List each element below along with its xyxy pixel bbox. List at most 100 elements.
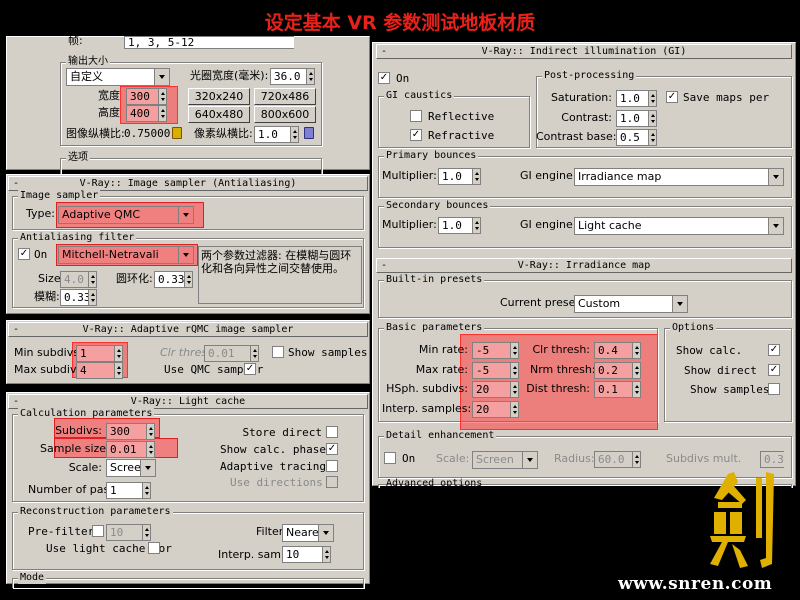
use-directions-checkbox[interactable] [326,476,338,488]
frames-field[interactable]: 1, 3, 5-12 [124,36,294,49]
interp-samples-field[interactable]: 20 [472,401,510,418]
ir-clr-thresh-spinner[interactable] [632,342,641,359]
lc-interp-spinner[interactable] [322,546,331,563]
ringing-spinner[interactable] [184,271,193,288]
irradiance-header[interactable]: - V-Ray:: Irradiance map [376,258,792,273]
use-lc-checkbox[interactable] [148,542,160,554]
ir-clr-thresh-field[interactable]: 0.4 [594,342,632,359]
gi-header[interactable]: - V-Ray:: Indirect illumination (GI) [376,44,792,59]
detail-on-checkbox[interactable] [384,452,396,464]
pixel-aspect-field[interactable]: 1.0 [254,126,290,143]
lc-passes-field[interactable]: 1 [106,482,142,499]
primary-engine-select[interactable]: Irradiance map [574,168,784,186]
use-qmc-checkbox[interactable]: ✓ [244,363,256,375]
lc-sample-size-spinner[interactable] [146,441,155,458]
output-preset-select[interactable]: 自定义 [66,68,170,86]
interp-samples-spinner[interactable] [510,401,519,418]
detail-scale-select[interactable]: Screen [472,451,538,469]
sampler-type-value: Adaptive QMC [62,208,141,221]
preset-320x240-button[interactable]: 320x240 [188,88,250,105]
min-subdivs-field[interactable]: 1 [76,345,114,362]
contrast-field[interactable]: 1.0 [616,110,648,127]
max-subdivs-field[interactable]: 4 [76,362,114,379]
preset-720x486-button[interactable]: 720x486 [254,88,316,105]
secondary-mult-spinner[interactable] [472,217,481,234]
secondary-mult-field[interactable]: 1.0 [438,217,472,234]
height-spinner[interactable] [158,105,167,122]
adaptive-tracing-checkbox[interactable] [326,460,338,472]
radius-field[interactable]: 60.0 [594,451,632,468]
max-rate-field[interactable]: -5 [472,362,510,379]
aa-filter-on-checkbox[interactable]: ✓ [18,248,30,260]
min-subdivs-spinner[interactable] [114,345,123,362]
preset-800x600-button[interactable]: 800x600 [254,106,316,123]
light-cache-header[interactable]: - V-Ray:: Light cache [8,394,368,409]
radius-spinner[interactable] [632,451,641,468]
contrast-spinner[interactable] [648,110,657,127]
aperture-spinner[interactable] [306,68,315,85]
contrast-base-spinner[interactable] [648,129,657,146]
show-calc-checkbox[interactable]: ✓ [768,344,780,356]
lock-icon[interactable] [304,127,314,139]
current-preset-select[interactable]: Custom [574,295,688,313]
reflective-checkbox[interactable] [410,110,422,122]
lc-subdivs-field[interactable]: 300 [106,423,146,440]
dist-thresh-spinner[interactable] [632,381,641,398]
hsph-field[interactable]: 20 [472,381,510,398]
blur-label: 模糊: [34,290,60,303]
lc-subdivs-spinner[interactable] [146,423,155,440]
max-subdivs-spinner[interactable] [114,362,123,379]
lc-interp-field[interactable]: 10 [282,546,322,563]
size-spinner[interactable] [88,271,97,288]
preset-640x480-button[interactable]: 640x480 [188,106,250,123]
show-samples-checkbox[interactable] [768,383,780,395]
subdivs-mult-field[interactable]: 0.3 [760,451,784,468]
blur-field[interactable]: 0.333 [60,289,97,306]
blur-spinner[interactable] [88,289,97,306]
show-calc-phase-checkbox[interactable]: ✓ [326,443,338,455]
lc-filter-select[interactable]: Nearest [282,524,334,542]
saturation-spinner[interactable] [648,90,657,107]
lc-sample-size-field[interactable]: 0.01 [106,441,146,458]
ringing-field[interactable]: 0.333 [154,271,191,288]
qmc-clr-thresh-spinner[interactable] [250,345,259,362]
dist-thresh-field[interactable]: 0.1 [594,381,632,398]
pixel-aspect-spinner[interactable] [290,126,299,143]
lc-passes-spinner[interactable] [142,482,151,499]
min-rate-field[interactable]: -5 [472,342,510,359]
primary-mult-field[interactable]: 1.0 [438,168,472,185]
refractive-checkbox[interactable]: ✓ [410,129,422,141]
primary-mult-spinner[interactable] [472,168,481,185]
aperture-field[interactable]: 36.0 [270,68,306,85]
prefilter-spinner[interactable] [142,524,151,541]
max-rate-spinner[interactable] [510,362,519,379]
prefilter-checkbox[interactable] [92,525,104,537]
gi-on-checkbox[interactable]: ✓ [378,72,390,84]
min-rate-spinner[interactable] [510,342,519,359]
height-label: 高度 [98,106,120,119]
width-field[interactable]: 300 [126,88,158,105]
lc-scale-select[interactable]: Screen [106,459,156,477]
image-sampler-header[interactable]: - V-Ray:: Image sampler (Antialiasing) [8,176,368,191]
height-field[interactable]: 400 [126,105,158,122]
contrast-base-field[interactable]: 0.5 [616,129,648,146]
width-spinner[interactable] [158,88,167,105]
hsph-spinner[interactable] [510,381,519,398]
adaptive-qmc-header[interactable]: - V-Ray:: Adaptive rQMC image sampler [8,322,368,337]
show-direct-checkbox[interactable]: ✓ [768,364,780,376]
nrm-thresh-spinner[interactable] [632,362,641,379]
aa-filter-group-title: Antialiasing filter [18,232,137,244]
qmc-clr-thresh-field[interactable]: 0.01 [204,345,250,362]
secondary-engine-select[interactable]: Light cache [574,217,784,235]
current-preset-label: Current preset: [500,296,584,309]
size-field[interactable]: 4.0 [60,271,88,288]
qmc-show-samples-checkbox[interactable] [272,346,284,358]
lock-icon[interactable] [172,127,182,139]
prefilter-field[interactable]: 10 [106,524,142,541]
sampler-type-select[interactable]: Adaptive QMC [58,206,194,224]
save-maps-checkbox[interactable]: ✓ [666,91,678,103]
store-direct-checkbox[interactable] [326,426,338,438]
saturation-field[interactable]: 1.0 [616,90,648,107]
aa-filter-select[interactable]: Mitchell-Netravali [58,246,194,264]
nrm-thresh-field[interactable]: 0.2 [594,362,632,379]
